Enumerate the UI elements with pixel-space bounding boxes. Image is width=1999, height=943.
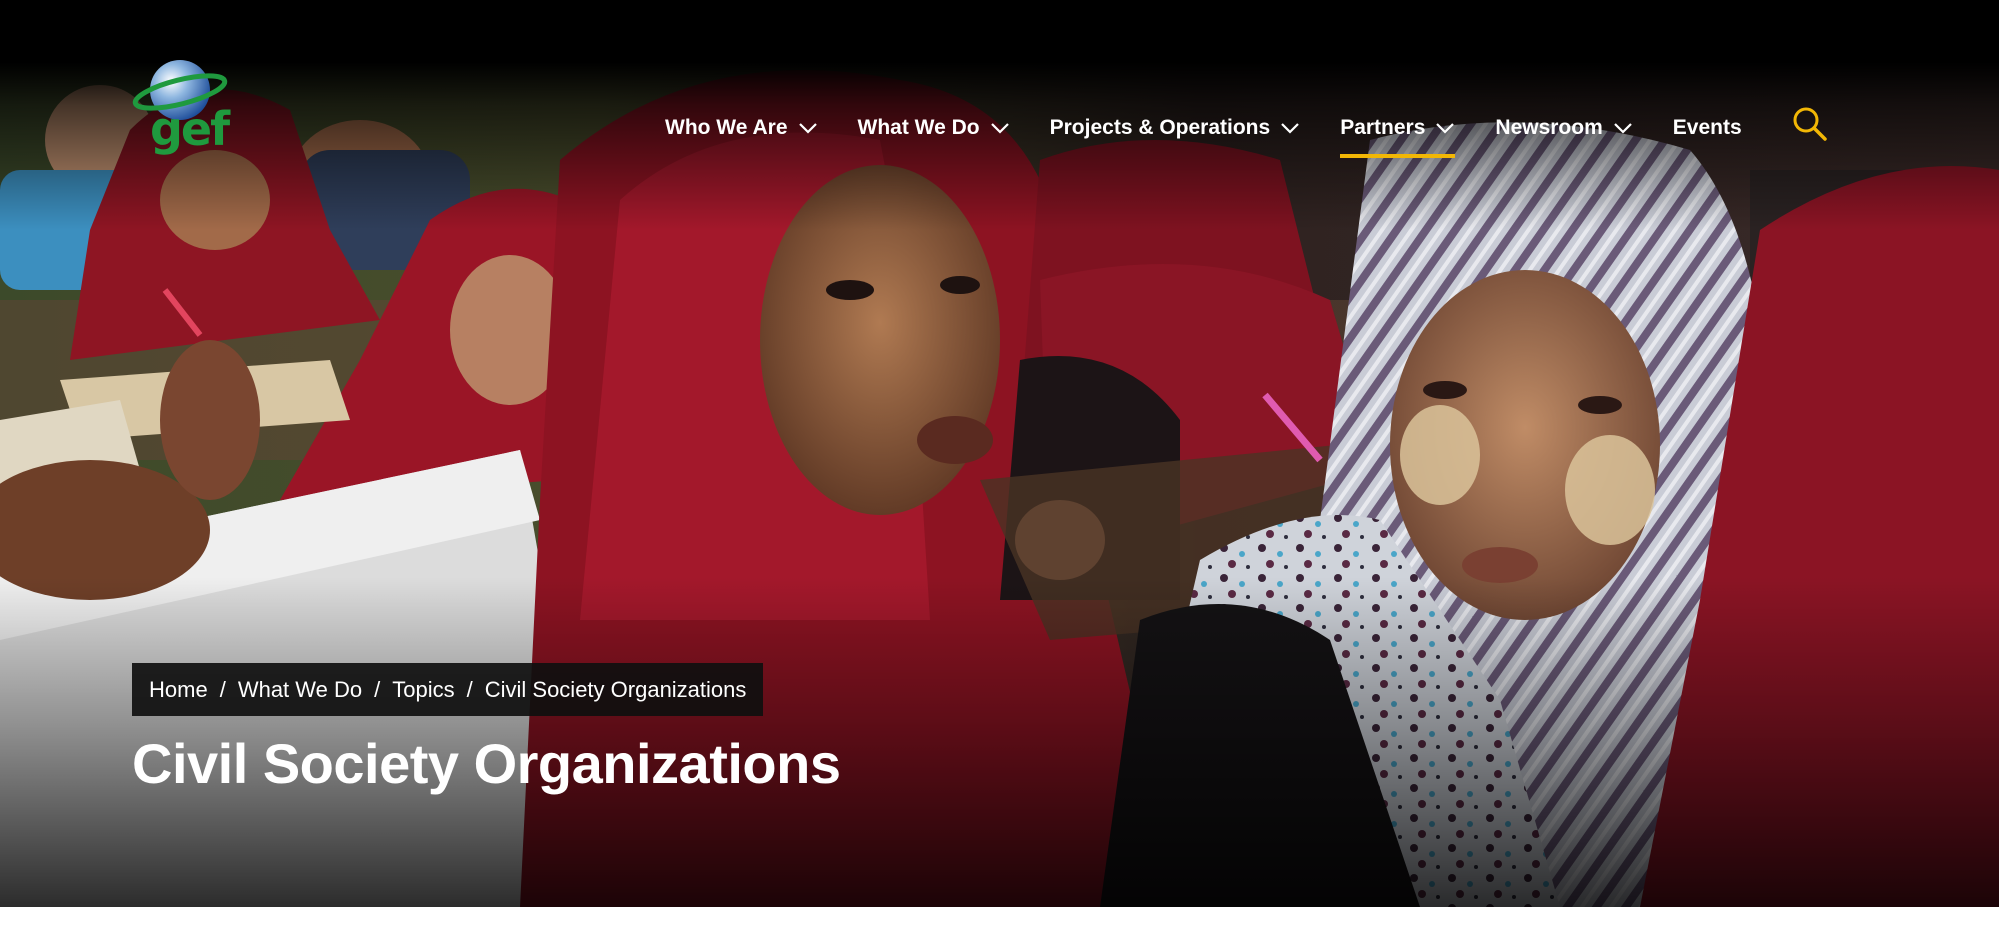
breadcrumb-home[interactable]: Home: [149, 677, 208, 703]
chevron-down-icon: [1613, 123, 1632, 134]
breadcrumb-current: Civil Society Organizations: [484, 676, 747, 702]
search-icon[interactable]: [1792, 106, 1828, 142]
main-nav: Who We Are What We Do Projects & Operati…: [665, 112, 1782, 158]
nav-item-who-we-are[interactable]: Who We Are: [665, 112, 818, 144]
gef-logo[interactable]: gef: [132, 56, 232, 168]
breadcrumb-separator: /: [219, 676, 226, 702]
breadcrumb-separator: /: [374, 676, 381, 702]
breadcrumb-what-we-do[interactable]: What We Do: [238, 677, 362, 703]
breadcrumb-separator: /: [466, 676, 473, 702]
nav-item-label: Newsroom: [1495, 116, 1603, 139]
chevron-down-icon: [798, 123, 817, 134]
nav-item-what-we-do[interactable]: What We Do: [858, 112, 1010, 144]
nav-item-label: Projects & Operations: [1049, 116, 1271, 139]
breadcrumb-topics[interactable]: Topics: [392, 677, 454, 703]
chevron-down-icon: [990, 123, 1009, 134]
nav-item-label: Who We Are: [665, 116, 788, 139]
logo-text: gef: [150, 102, 230, 156]
nav-item-events[interactable]: Events: [1673, 112, 1742, 144]
nav-item-partners[interactable]: Partners: [1340, 112, 1456, 158]
nav-item-label: Partners: [1340, 116, 1426, 139]
nav-item-projects-operations[interactable]: Projects & Operations: [1050, 112, 1301, 144]
chevron-down-icon: [1436, 123, 1455, 134]
nav-item-label: Events: [1672, 116, 1742, 139]
nav-item-label: What We Do: [857, 116, 980, 139]
nav-item-newsroom[interactable]: Newsroom: [1495, 112, 1632, 144]
breadcrumb: Home / What We Do / Topics / Civil Socie…: [132, 663, 764, 716]
page-title: Civil Society Organizations: [132, 732, 841, 795]
chevron-down-icon: [1281, 123, 1299, 134]
